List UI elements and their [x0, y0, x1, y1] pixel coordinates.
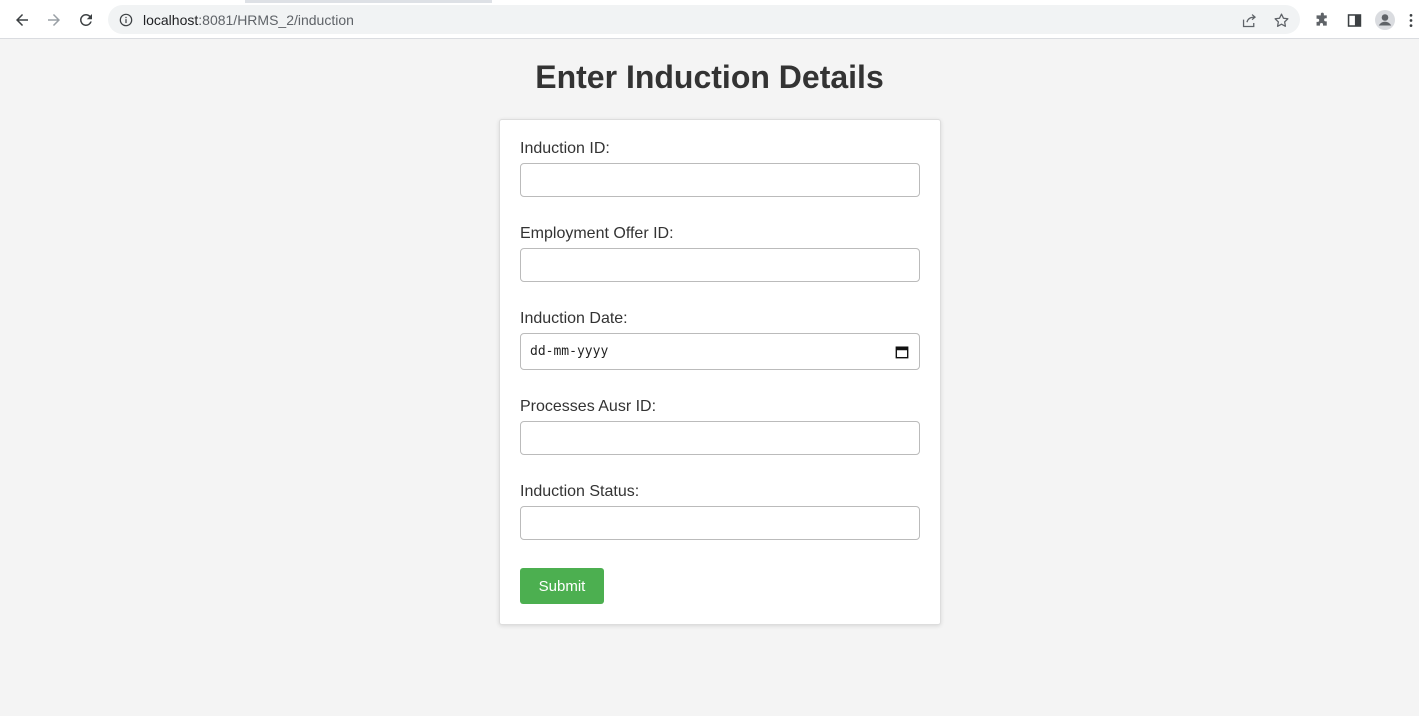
employment-offer-id-label: Employment Offer ID: — [520, 225, 674, 242]
date-placeholder: dd-mm-yyyy — [530, 344, 609, 359]
tab-edge[interactable] — [492, 0, 1419, 3]
share-icon[interactable] — [1240, 11, 1258, 29]
site-info-icon[interactable] — [118, 12, 134, 28]
induction-date-label: Induction Date: — [520, 310, 628, 327]
reload-icon[interactable] — [74, 8, 98, 32]
back-arrow-icon[interactable] — [10, 8, 34, 32]
induction-status-input[interactable] — [520, 506, 920, 540]
page-title: Enter Induction Details — [535, 59, 884, 95]
tab-strip — [0, 0, 1419, 3]
profile-avatar-icon[interactable] — [1375, 10, 1395, 30]
induction-id-label: Induction ID: — [520, 140, 610, 157]
induction-id-input[interactable] — [520, 163, 920, 197]
induction-date-input[interactable]: dd-mm-yyyy — [520, 333, 920, 370]
menu-kebab-icon[interactable] — [1408, 10, 1419, 30]
side-panel-icon[interactable] — [1344, 10, 1364, 30]
processes-ausr-id-input[interactable] — [520, 421, 920, 455]
processes-ausr-id-label: Processes Ausr ID: — [520, 398, 657, 415]
extensions-puzzle-icon[interactable] — [1312, 10, 1332, 30]
induction-status-label: Induction Status: — [520, 483, 640, 500]
active-tab-edge[interactable] — [0, 0, 245, 3]
submit-button[interactable]: Submit — [520, 568, 604, 604]
bookmark-star-icon[interactable] — [1272, 11, 1290, 29]
employment-offer-id-input[interactable] — [520, 248, 920, 282]
url-text[interactable]: localhost:8081/HRMS_2/induction — [143, 12, 354, 28]
calendar-icon[interactable] — [894, 344, 910, 360]
browser-toolbar: localhost:8081/HRMS_2/induction — [0, 0, 1419, 39]
url-host: localhost — [143, 11, 199, 28]
url-path: :8081/HRMS_2/induction — [198, 11, 354, 28]
induction-form: Induction ID: Employment Offer ID: Induc… — [499, 119, 941, 625]
address-bar[interactable]: localhost:8081/HRMS_2/induction — [108, 5, 1300, 34]
forward-arrow-icon[interactable] — [42, 8, 66, 32]
